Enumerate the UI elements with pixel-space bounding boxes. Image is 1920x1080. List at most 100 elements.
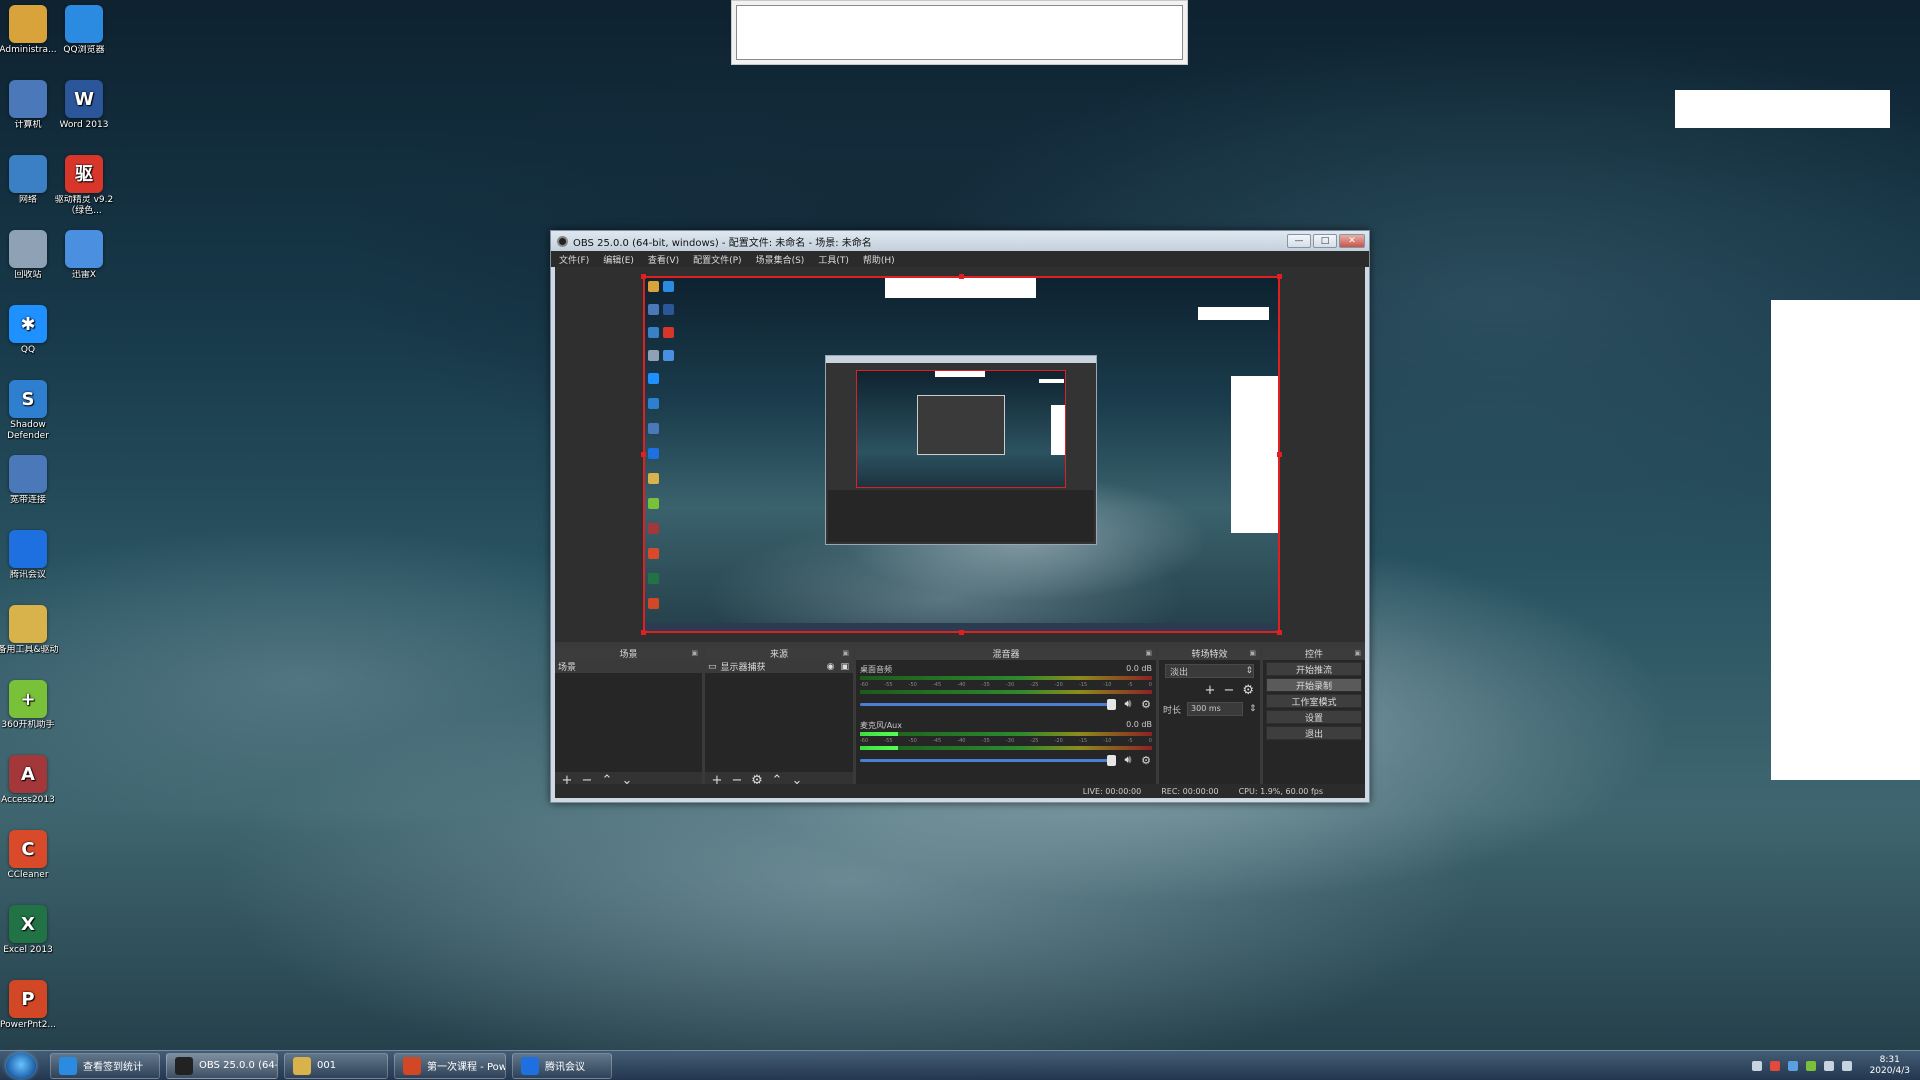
desktop-icon[interactable]: 宽带连接 — [0, 455, 59, 506]
close-button[interactable]: ✕ — [1339, 234, 1365, 248]
fader-knob[interactable] — [1107, 698, 1116, 710]
desktop-icon[interactable]: 回收站 — [0, 230, 59, 281]
preview-area[interactable] — [555, 267, 1365, 642]
dock-float-icon[interactable]: ▣ — [1249, 649, 1256, 657]
tray-icon[interactable] — [1751, 1060, 1762, 1071]
transform-handle[interactable] — [641, 274, 646, 279]
menu-file[interactable]: 文件(F) — [559, 253, 589, 266]
preview-nested-obs-window — [825, 355, 1097, 545]
desktop-icon[interactable]: P PowerPnt2... — [0, 980, 59, 1031]
desktop-icon[interactable]: 网络 — [0, 155, 59, 206]
speaker-icon[interactable]: 🔊︎ — [1122, 753, 1134, 767]
meter-scale: -60 -55 -50 -45 -40 -35 -30 -25 -20 -15 -10 -5 0 — [860, 738, 1152, 744]
transition-gear-icon[interactable]: ⚙ — [1242, 683, 1254, 698]
volume-fader[interactable] — [860, 698, 1116, 710]
spin-arrows-icon[interactable]: ⇕ — [1249, 704, 1257, 714]
minimize-button[interactable]: — — [1287, 234, 1311, 248]
dock-float-icon[interactable]: ▣ — [842, 649, 849, 657]
scale-tick-label: -40 — [957, 738, 966, 744]
fader-knob[interactable] — [1107, 754, 1116, 766]
desktop-icon[interactable]: X Excel 2013 — [0, 905, 59, 956]
exit-button[interactable]: 退出 — [1266, 726, 1362, 740]
desktop-icon[interactable]: 驱驱动精灵 v9.2（绿色... — [53, 155, 115, 217]
preview-mini-icon — [648, 281, 659, 292]
taskbar-item[interactable]: 查看签到统计 — [50, 1052, 160, 1079]
transform-handle[interactable] — [959, 630, 964, 635]
floating-input-field[interactable] — [736, 5, 1183, 60]
remove-transition-button[interactable]: − — [1223, 683, 1234, 698]
start-streaming-button[interactable]: 开始推流 — [1266, 662, 1362, 676]
desktop-icon[interactable]: +360开机助手 — [0, 680, 59, 731]
preview-white-input — [885, 278, 1036, 298]
tray-icon[interactable] — [1805, 1060, 1816, 1071]
add-transition-button[interactable]: + — [1205, 683, 1216, 698]
preview-canvas[interactable] — [643, 276, 1280, 633]
studio-mode-button[interactable]: 工作室模式 — [1266, 694, 1362, 708]
scale-tick-label: -40 — [957, 682, 966, 688]
desktop-icon[interactable]: QQ浏览器 — [53, 5, 115, 56]
transition-select[interactable]: 淡出 ⇕ — [1165, 664, 1254, 678]
taskbar-item[interactable]: 腾讯会议 — [512, 1052, 612, 1079]
desktop-icon[interactable]: C CCleaner — [0, 830, 59, 881]
desktop-icon[interactable]: ✱ QQ — [0, 305, 59, 356]
obs-titlebar[interactable]: OBS 25.0.0 (64-bit, windows) - 配置文件: 未命名… — [551, 231, 1369, 251]
menu-view[interactable]: 查看(V) — [648, 253, 679, 266]
menu-help[interactable]: 帮助(H) — [863, 253, 895, 266]
transform-handle[interactable] — [959, 274, 964, 279]
preview-mini-icon — [648, 498, 659, 509]
transform-handle[interactable] — [1277, 630, 1282, 635]
taskbar-item[interactable]: OBS 25.0.0 (64-bit... — [166, 1052, 278, 1079]
transform-handle[interactable] — [1277, 452, 1282, 457]
desktop-icon-label: 宽带连接 — [9, 495, 46, 505]
gear-icon[interactable]: ⚙ — [1140, 698, 1152, 711]
menu-edit[interactable]: 编辑(E) — [603, 253, 634, 266]
settings-button[interactable]: 设置 — [1266, 710, 1362, 724]
transitions-dock: 转场特效 ▣ 淡出 ⇕ + − ⚙ 时长 300 ms ⇕ — [1159, 647, 1260, 790]
tray-clock[interactable]: 8:31 2020/4/3 — [1870, 1055, 1910, 1077]
computer-icon — [9, 80, 47, 118]
desktop-icon[interactable]: 迅雷X — [53, 230, 115, 281]
mixer-channel-desktop: 桌面音频 0.0 dB -60 -55 -50 -45 -40 -35 -30 -25 -20 -1… — [856, 660, 1156, 711]
dock-float-icon[interactable]: ▣ — [1145, 649, 1152, 657]
maximize-button[interactable]: □ — [1313, 234, 1337, 248]
access-icon: A — [9, 755, 47, 793]
menu-profile[interactable]: 配置文件(P) — [693, 253, 741, 266]
desktop-icon[interactable]: S Shadow Defender — [0, 380, 59, 442]
tray-icon[interactable] — [1769, 1060, 1780, 1071]
start-recording-button[interactable]: 开始录制 — [1266, 678, 1362, 692]
menu-tools[interactable]: 工具(T) — [818, 253, 849, 266]
live-status: LIVE: 00:00:00 — [1082, 786, 1142, 796]
tencent-meeting-icon — [9, 530, 47, 568]
network-signal-icon[interactable] — [1823, 1060, 1834, 1071]
visibility-eye-icon[interactable]: ◉ — [827, 662, 835, 672]
desktop-icon[interactable]: Administra... — [0, 5, 59, 56]
driver-genius-icon: 驱 — [65, 155, 103, 193]
scene-list-item[interactable]: 场景 — [555, 660, 702, 673]
desktop-icon[interactable]: 计算机 — [0, 80, 59, 131]
volume-fader[interactable] — [860, 754, 1116, 766]
menu-scene-collection[interactable]: 场景集合(S) — [756, 253, 805, 266]
transform-handle[interactable] — [641, 452, 646, 457]
duration-input[interactable]: 300 ms — [1187, 702, 1244, 716]
lock-icon[interactable]: ▣ — [840, 662, 849, 672]
tray-icon[interactable] — [1787, 1060, 1798, 1071]
preview-mini-icon — [663, 350, 674, 361]
volume-icon[interactable] — [1841, 1060, 1852, 1071]
transform-handle[interactable] — [1277, 274, 1282, 279]
floating-input-window[interactable] — [731, 0, 1188, 65]
start-button[interactable] — [6, 1052, 36, 1079]
desktop-icon-label: 驱动精灵 v9.2（绿色... — [54, 195, 114, 216]
gear-icon[interactable]: ⚙ — [1140, 754, 1152, 767]
speaker-icon[interactable]: 🔊︎ — [1122, 697, 1134, 711]
taskbar-item[interactable]: 第一次课程 - Pow... — [394, 1052, 506, 1079]
desktop-icon[interactable]: A Access2013 — [0, 755, 59, 806]
dock-float-icon[interactable]: ▣ — [691, 649, 698, 657]
taskbar-item[interactable]: 001 — [284, 1052, 388, 1079]
dock-float-icon[interactable]: ▣ — [1354, 649, 1361, 657]
desktop-icon[interactable]: 腾讯会议 — [0, 530, 59, 581]
source-list-item[interactable]: ▭ 显示器捕获 ◉ ▣ — [705, 660, 853, 673]
desktop-icon[interactable]: 备用工具&驱动 — [0, 605, 59, 656]
transform-handle[interactable] — [641, 630, 646, 635]
obs-window-title: OBS 25.0.0 (64-bit, windows) - 配置文件: 未命名… — [573, 237, 872, 249]
desktop-icon[interactable]: W Word 2013 — [53, 80, 115, 131]
